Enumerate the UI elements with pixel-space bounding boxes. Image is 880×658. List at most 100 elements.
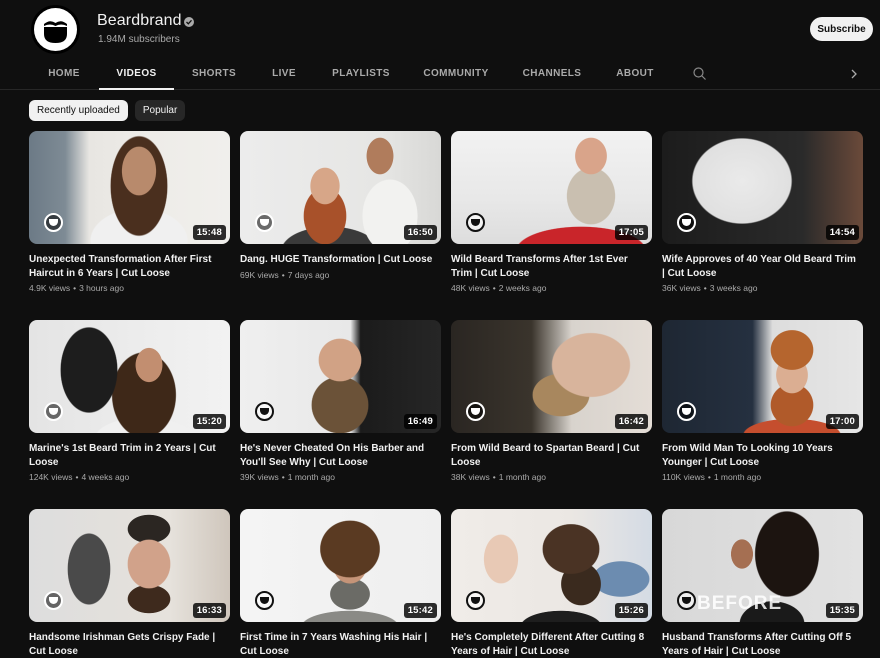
view-count: 36K views — [662, 283, 701, 293]
video-card[interactable]: 15:20 Marine's 1st Beard Trim in 2 Years… — [29, 320, 230, 482]
video-title[interactable]: Wild Beard Transforms After 1st Ever Tri… — [451, 253, 646, 280]
tab-about[interactable]: ABOUT — [616, 58, 653, 88]
video-meta: 110K views • 1 month ago — [662, 472, 863, 482]
view-count: 39K views — [240, 472, 279, 482]
video-thumbnail[interactable]: 15:20 — [29, 320, 230, 433]
video-card[interactable]: 16:49 He's Never Cheated On His Barber a… — [240, 320, 441, 482]
channel-watermark-icon — [466, 213, 485, 232]
channel-tabs: HOME VIDEOS SHORTS LIVE PLAYLISTS COMMUN… — [0, 58, 880, 90]
video-title[interactable]: Dang. HUGE Transformation | Cut Loose — [240, 253, 435, 267]
tab-videos[interactable]: VIDEOS — [99, 58, 174, 90]
channel-watermark-icon — [677, 213, 696, 232]
filter-recently-uploaded[interactable]: Recently uploaded — [29, 100, 128, 121]
video-card[interactable]: 16:33 Handsome Irishman Gets Crispy Fade… — [29, 509, 230, 658]
upload-age: 2 weeks ago — [498, 283, 547, 293]
channel-watermark-icon — [255, 402, 274, 421]
video-duration: 16:33 — [192, 603, 226, 618]
subscribe-button[interactable]: Subscribe — [810, 17, 873, 41]
video-thumbnail[interactable]: BEFORE 15:35 — [662, 509, 863, 622]
video-thumbnail[interactable]: 14:54 — [662, 131, 863, 244]
video-card[interactable]: 14:54 Wife Approves of 40 Year Old Beard… — [662, 131, 863, 293]
video-card[interactable]: 16:42 From Wild Beard to Spartan Beard |… — [451, 320, 652, 482]
view-count: 110K views — [662, 472, 705, 482]
verified-badge-icon — [184, 17, 194, 27]
separator: • — [73, 283, 77, 293]
video-card[interactable]: 17:05 Wild Beard Transforms After 1st Ev… — [451, 131, 652, 293]
view-count: 38K views — [451, 472, 490, 482]
tab-community[interactable]: COMMUNITY — [423, 58, 488, 88]
upload-age: 1 month ago — [713, 472, 762, 482]
video-meta: 39K views • 1 month ago — [240, 472, 441, 482]
subscriber-count: 1.94M subscribers — [98, 34, 180, 45]
video-duration: 14:54 — [825, 225, 859, 240]
view-count: 69K views — [240, 269, 279, 280]
channel-watermark-icon — [466, 402, 485, 421]
channel-watermark-icon — [466, 591, 485, 610]
video-title[interactable]: Unexpected Transformation After First Ha… — [29, 253, 224, 280]
video-thumbnail[interactable]: 16:42 — [451, 320, 652, 433]
video-card[interactable]: 16:50 Dang. HUGE Transformation | Cut Lo… — [240, 131, 441, 280]
search-icon[interactable] — [692, 66, 708, 82]
channel-watermark-icon — [44, 591, 63, 610]
video-title[interactable]: Handsome Irishman Gets Crispy Fade | Cut… — [29, 631, 224, 658]
video-title[interactable]: He's Never Cheated On His Barber and You… — [240, 442, 435, 469]
video-thumbnail[interactable]: 16:33 — [29, 509, 230, 622]
channel-watermark-icon — [677, 402, 696, 421]
separator: • — [281, 472, 285, 482]
tab-live[interactable]: LIVE — [268, 58, 300, 88]
separator: • — [707, 472, 711, 482]
thumbnail-overlay-text: BEFORE — [697, 593, 783, 614]
video-title[interactable]: Marine's 1st Beard Trim in 2 Years | Cut… — [29, 442, 224, 469]
channel-watermark-icon — [677, 591, 696, 610]
video-card[interactable]: 15:42 First Time in 7 Years Washing His … — [240, 509, 441, 658]
video-title[interactable]: Wife Approves of 40 Year Old Beard Trim … — [662, 253, 857, 280]
video-meta: 48K views • 2 weeks ago — [451, 283, 652, 293]
channel-watermark-icon — [255, 591, 274, 610]
channel-watermark-icon — [44, 402, 63, 421]
video-meta: 4.9K views • 3 hours ago — [29, 283, 230, 293]
tab-channels[interactable]: CHANNELS — [523, 58, 581, 88]
video-thumbnail[interactable]: 17:05 — [451, 131, 652, 244]
tab-shorts[interactable]: SHORTS — [190, 58, 238, 88]
tab-playlists[interactable]: PLAYLISTS — [330, 58, 392, 88]
upload-age: 1 month ago — [498, 472, 546, 482]
upload-age: 7 days ago — [287, 269, 330, 280]
video-card[interactable]: 15:48 Unexpected Transformation After Fi… — [29, 131, 230, 293]
channel-avatar[interactable] — [31, 5, 80, 54]
video-meta: 69K views • 7 days ago — [240, 270, 441, 280]
video-thumbnail[interactable]: 17:00 — [662, 320, 863, 433]
video-duration: 16:49 — [403, 414, 437, 429]
video-meta: 124K views • 4 weeks ago — [29, 472, 230, 482]
channel-name[interactable]: Beardbrand — [97, 12, 182, 30]
upload-age: 4 weeks ago — [81, 472, 130, 482]
chevron-right-icon[interactable] — [848, 66, 860, 82]
separator: • — [703, 283, 707, 293]
tab-home[interactable]: HOME — [44, 58, 84, 88]
video-title[interactable]: From Wild Beard to Spartan Beard | Cut L… — [451, 442, 646, 469]
video-thumbnail[interactable]: 15:48 — [29, 131, 230, 244]
channel-watermark-icon — [255, 213, 274, 232]
video-duration: 17:05 — [614, 225, 648, 240]
video-meta: 38K views • 1 month ago — [451, 472, 652, 482]
view-count: 4.9K views — [29, 283, 71, 293]
video-thumbnail[interactable]: 16:49 — [240, 320, 441, 433]
separator: • — [492, 472, 496, 482]
filter-popular[interactable]: Popular — [134, 100, 186, 121]
video-card[interactable]: 15:26 He's Completely Different After Cu… — [451, 509, 652, 658]
video-card[interactable]: BEFORE 15:35 Husband Transforms After Cu… — [662, 509, 863, 658]
separator: • — [281, 269, 285, 280]
video-thumbnail[interactable]: 15:42 — [240, 509, 441, 622]
upload-age: 3 hours ago — [79, 283, 124, 293]
view-count: 124K views — [29, 472, 73, 482]
video-title[interactable]: From Wild Man To Looking 10 Years Younge… — [662, 442, 857, 469]
video-thumbnail[interactable]: 16:50 — [240, 131, 441, 244]
video-title[interactable]: He's Completely Different After Cutting … — [451, 631, 646, 658]
video-duration: 16:50 — [403, 225, 437, 240]
video-card[interactable]: 17:00 From Wild Man To Looking 10 Years … — [662, 320, 863, 482]
separator: • — [492, 283, 496, 293]
separator: • — [75, 472, 79, 482]
video-duration: 17:00 — [825, 414, 859, 429]
video-title[interactable]: First Time in 7 Years Washing His Hair |… — [240, 631, 435, 658]
video-thumbnail[interactable]: 15:26 — [451, 509, 652, 622]
video-title[interactable]: Husband Transforms After Cutting Off 5 Y… — [662, 631, 857, 658]
